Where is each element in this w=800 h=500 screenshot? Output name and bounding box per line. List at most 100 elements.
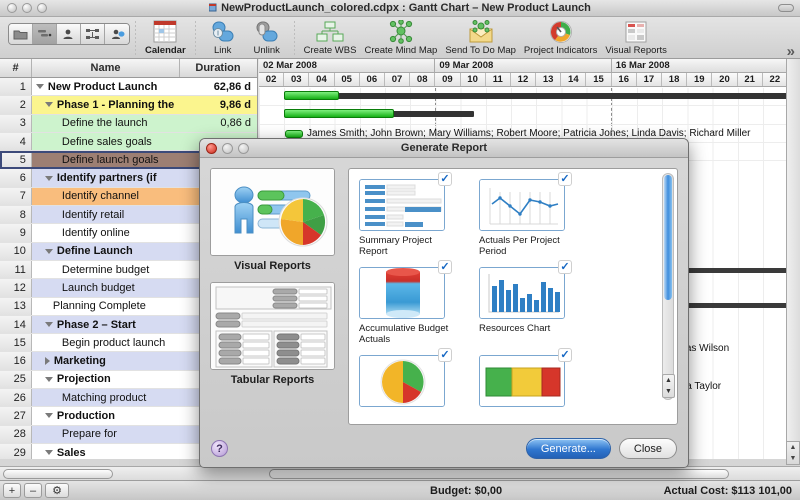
gantt-scroll-thumb[interactable] xyxy=(269,469,729,479)
table-row[interactable]: 3 Define the launch 0,86 d xyxy=(0,114,257,133)
gantt-summary-bar[interactable] xyxy=(284,93,800,99)
task-name-cell[interactable]: Phase 1 - Planning the xyxy=(31,96,180,114)
dialog-window-controls[interactable] xyxy=(206,142,249,154)
gantt-scroll-arrows[interactable]: ▲ ▼ xyxy=(786,441,800,465)
task-duration-cell[interactable]: 9,86 d xyxy=(179,96,257,114)
toolbar-overflow-button[interactable]: » xyxy=(787,43,795,60)
stoplight-chart-thumb[interactable] xyxy=(479,355,565,407)
column-header-name[interactable]: Name xyxy=(32,59,180,77)
task-name-cell[interactable]: Matching product xyxy=(31,389,180,407)
add-task-button[interactable]: + xyxy=(3,483,21,498)
chevron-down-icon[interactable] xyxy=(44,322,53,327)
chevron-down-icon[interactable] xyxy=(44,102,53,108)
checkmark-icon[interactable]: ✓ xyxy=(438,348,452,362)
toolbar-item-create-wbs[interactable]: Create WBS xyxy=(300,20,361,56)
task-name-cell[interactable]: Identify channel xyxy=(31,187,180,206)
report-item[interactable]: ✓ xyxy=(359,348,465,411)
toolbar-item-project-indicators[interactable]: Project Indicators xyxy=(520,20,601,56)
chevron-down-icon[interactable] xyxy=(44,450,53,456)
task-name-cell[interactable]: Define launch goals xyxy=(31,151,180,169)
task-name-cell[interactable]: Define Launch xyxy=(31,242,180,260)
column-header-duration[interactable]: Duration xyxy=(180,59,256,77)
chevron-down-icon[interactable] xyxy=(44,248,53,254)
dialog-minimize-button[interactable] xyxy=(222,142,233,154)
resource-view-icon[interactable] xyxy=(57,24,81,44)
table-row[interactable]: 2 Phase 1 - Planning the 9,86 d xyxy=(0,96,257,115)
task-duration-cell[interactable]: 0,86 d xyxy=(179,114,257,132)
scroll-up-icon[interactable]: ▲ xyxy=(787,442,799,453)
report-item[interactable]: ✓ xyxy=(479,348,585,411)
task-name-cell[interactable]: Production xyxy=(31,407,180,425)
close-button[interactable]: Close xyxy=(618,438,677,459)
pie-chart-thumb[interactable] xyxy=(359,355,445,407)
toolbar-item-send-to-do-map[interactable]: Send To Do Map xyxy=(441,20,520,56)
task-name-cell[interactable]: Planning Complete xyxy=(31,297,180,315)
toolbar-item-link[interactable]: Link xyxy=(201,20,245,56)
gantt-task-bar[interactable] xyxy=(285,129,303,138)
task-name-cell[interactable]: Identify partners (if xyxy=(31,169,180,187)
bar-chart-thumb[interactable] xyxy=(479,267,565,319)
task-name-cell[interactable]: Identify online xyxy=(31,224,180,242)
help-button[interactable]: ? xyxy=(211,440,228,457)
task-name-cell[interactable]: Sales xyxy=(31,443,180,459)
dialog-zoom-button[interactable] xyxy=(238,142,249,154)
checkmark-icon[interactable]: ✓ xyxy=(558,172,572,186)
chevron-right-icon[interactable] xyxy=(44,357,50,366)
folder-view-icon[interactable] xyxy=(9,24,33,44)
task-name-cell[interactable]: Define sales goals xyxy=(31,132,180,151)
toolbar-item-create-mind-map[interactable]: Create Mind Map xyxy=(360,20,441,56)
gantt-row[interactable] xyxy=(259,88,800,107)
report-list-scroll-thumb[interactable] xyxy=(664,175,672,300)
gantt-view-icon[interactable] xyxy=(33,24,57,44)
task-name-cell[interactable]: Launch budget xyxy=(31,279,180,297)
cylinder-chart-thumb[interactable] xyxy=(359,267,445,319)
report-item[interactable]: ✓ Actuals Per Project Period xyxy=(479,172,585,257)
task-name-cell[interactable]: New Product Launch xyxy=(31,78,180,96)
checkmark-icon[interactable]: ✓ xyxy=(558,348,572,362)
task-name-cell[interactable]: Phase 2 – Start xyxy=(31,315,180,334)
view-mode-segmented-control[interactable] xyxy=(8,23,130,45)
settings-gear-button[interactable]: ⚙ xyxy=(45,483,69,498)
wbs-view-icon[interactable] xyxy=(81,24,105,44)
report-item[interactable]: ✓ Accumulative Budget Actuals xyxy=(359,260,465,345)
task-name-cell[interactable]: Marketing xyxy=(31,352,180,370)
scroll-up-icon[interactable]: ▲ xyxy=(663,375,674,386)
task-name-cell[interactable]: Identify retail xyxy=(31,206,180,224)
checkmark-icon[interactable]: ✓ xyxy=(438,172,452,186)
report-list-pane[interactable]: ✓ Summary Project Report ✓ Actuals Per Pro… xyxy=(348,168,678,425)
chevron-down-icon[interactable] xyxy=(44,175,53,181)
toolbar-item-calendar[interactable]: Calendar xyxy=(141,20,190,56)
task-name-cell[interactable]: Define the launch xyxy=(31,114,180,132)
report-item[interactable]: ✓ Summary Project Report xyxy=(359,172,465,257)
report-list-scrollbar[interactable] xyxy=(662,173,674,400)
remove-task-button[interactable]: – xyxy=(24,483,42,498)
report-view-icon[interactable] xyxy=(105,24,129,44)
category-visual-reports[interactable]: Visual Reports xyxy=(210,168,335,272)
checkmark-icon[interactable]: ✓ xyxy=(558,260,572,274)
table-row[interactable]: 1 New Product Launch 62,86 d xyxy=(0,78,257,97)
category-tabular-reports[interactable]: Tabular Reports xyxy=(210,282,335,386)
checkmark-icon[interactable]: ✓ xyxy=(438,260,452,274)
gantt-progress-bar[interactable] xyxy=(284,109,394,119)
grid-scroll-thumb[interactable] xyxy=(3,469,113,479)
dialog-close-button[interactable] xyxy=(206,142,217,154)
gantt-progress-bar[interactable] xyxy=(284,91,339,100)
task-name-cell[interactable]: Prepare for xyxy=(31,425,180,443)
chevron-down-icon[interactable] xyxy=(35,84,44,90)
chevron-down-icon[interactable] xyxy=(44,413,53,419)
gantt-horizontal-scrollbar[interactable] xyxy=(259,466,800,480)
grid-horizontal-scrollbar[interactable] xyxy=(0,466,259,480)
task-name-cell[interactable]: Begin product launch xyxy=(31,334,180,352)
line-chart-thumb[interactable] xyxy=(479,179,565,231)
toolbar-item-unlink[interactable]: Unlink xyxy=(245,20,289,56)
gantt-row[interactable] xyxy=(259,106,800,125)
report-item[interactable]: ✓ Resources Chart xyxy=(479,260,585,334)
chevron-down-icon[interactable] xyxy=(44,376,53,382)
task-name-cell[interactable]: Determine budget xyxy=(31,260,180,279)
gantt-vertical-scrollbar[interactable] xyxy=(786,59,800,445)
summary-report-thumb[interactable] xyxy=(359,179,445,231)
report-list-scroll-arrows[interactable]: ▲ ▼ xyxy=(662,374,675,398)
scroll-down-icon[interactable]: ▼ xyxy=(663,386,674,397)
toolbar-item-visual-reports[interactable]: Visual Reports xyxy=(601,20,671,56)
scroll-down-icon[interactable]: ▼ xyxy=(787,453,799,464)
